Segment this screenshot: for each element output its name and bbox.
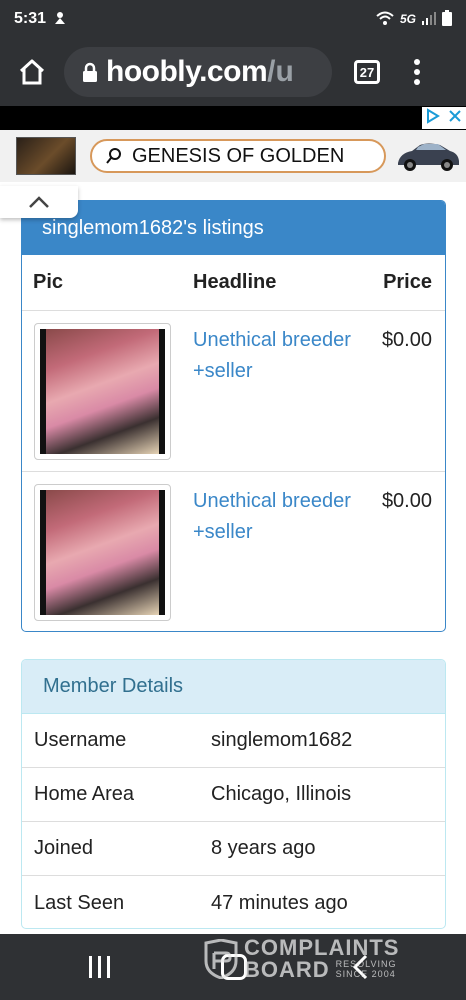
signal-icon — [422, 11, 436, 28]
member-value: singlemom1682 — [211, 729, 353, 751]
notification-icon — [54, 11, 66, 28]
column-header-headline: Headline — [193, 271, 277, 293]
address-bar[interactable]: hoobly.com/u — [64, 47, 332, 97]
adchoices-icon[interactable] — [426, 107, 440, 129]
listing-row: Unethical breeder +seller $0.00 — [22, 472, 445, 631]
lock-icon — [83, 62, 97, 82]
wifi-icon — [376, 11, 394, 28]
tab-count: 27 — [359, 64, 375, 80]
watermark-line1: COMPLAINTS — [244, 935, 400, 960]
listings-title: singlemom1682's listings — [22, 201, 445, 255]
member-row-joined: Joined 8 years ago — [22, 822, 445, 876]
shield-logo-icon — [204, 939, 238, 979]
menu-icon[interactable] — [414, 59, 420, 85]
car-image — [398, 143, 459, 171]
listing-price: $0.00 — [381, 329, 432, 351]
url-path: /u — [267, 55, 294, 88]
collapse-ad-button[interactable] — [0, 186, 78, 218]
url-domain: hoobly.com — [106, 55, 268, 88]
ad-top-strip — [0, 106, 466, 130]
column-header-pic: Pic — [33, 271, 64, 293]
browser-toolbar: hoobly.com/u 27 — [0, 38, 466, 106]
listings-panel: singlemom1682's listings Pic Headline Pr… — [21, 200, 446, 632]
listing-price: $0.00 — [381, 490, 432, 512]
member-details-panel: Member Details Username singlemom1682 Ho… — [21, 659, 446, 929]
recent-apps-icon[interactable] — [89, 956, 110, 978]
listing-headline-link[interactable]: Unethical breeder +seller — [193, 325, 353, 387]
ad-banner[interactable]: GENESIS OF GOLDEN — [0, 130, 466, 182]
member-row-home-area: Home Area Chicago, Illinois — [22, 768, 445, 822]
member-details-title: Member Details — [22, 660, 445, 714]
search-icon — [106, 148, 121, 164]
listing-headline-link[interactable]: Unethical breeder +seller — [193, 486, 353, 548]
member-label: Last Seen — [34, 891, 125, 914]
listings-header-row: Pic Headline Price — [22, 255, 445, 311]
member-label: Username — [34, 729, 127, 751]
network-label: 5G — [399, 12, 416, 26]
ad-search-pill[interactable]: GENESIS OF GOLDEN — [90, 139, 386, 173]
member-label: Home Area — [34, 783, 135, 805]
battery-icon — [442, 9, 452, 29]
ad-thumbnail — [16, 137, 76, 175]
member-label: Joined — [34, 837, 93, 859]
listing-thumbnail[interactable] — [34, 323, 171, 460]
column-header-price: Price — [383, 271, 432, 293]
member-row-username: Username singlemom1682 — [22, 714, 445, 768]
home-icon — [19, 59, 45, 85]
watermark-tagline1: RESOLVING — [335, 959, 397, 969]
status-time: 5:31 — [14, 10, 47, 27]
ad-search-text: GENESIS OF GOLDEN — [132, 144, 345, 167]
close-icon[interactable] — [448, 109, 462, 128]
watermark-line2: BOARD — [244, 957, 330, 982]
listing-thumbnail[interactable] — [34, 484, 171, 621]
listing-row: Unethical breeder +seller $0.00 — [22, 311, 445, 472]
chevron-up-icon — [29, 196, 49, 208]
member-value: Chicago, Illinois — [211, 783, 352, 805]
watermark-tagline2: SINCE 2004 — [335, 969, 396, 979]
member-value: 8 years ago — [211, 837, 316, 859]
home-button[interactable] — [0, 38, 64, 106]
member-value: 47 minutes ago — [211, 891, 348, 914]
status-bar: 5:31 5G — [0, 0, 466, 38]
watermark: COMPLAINTS BOARD RESOLVING SINCE 2004 — [204, 934, 444, 984]
ad-controls — [422, 107, 466, 129]
member-row-last-seen: Last Seen 47 minutes ago — [22, 876, 445, 928]
tabs-button[interactable]: 27 — [354, 60, 380, 84]
